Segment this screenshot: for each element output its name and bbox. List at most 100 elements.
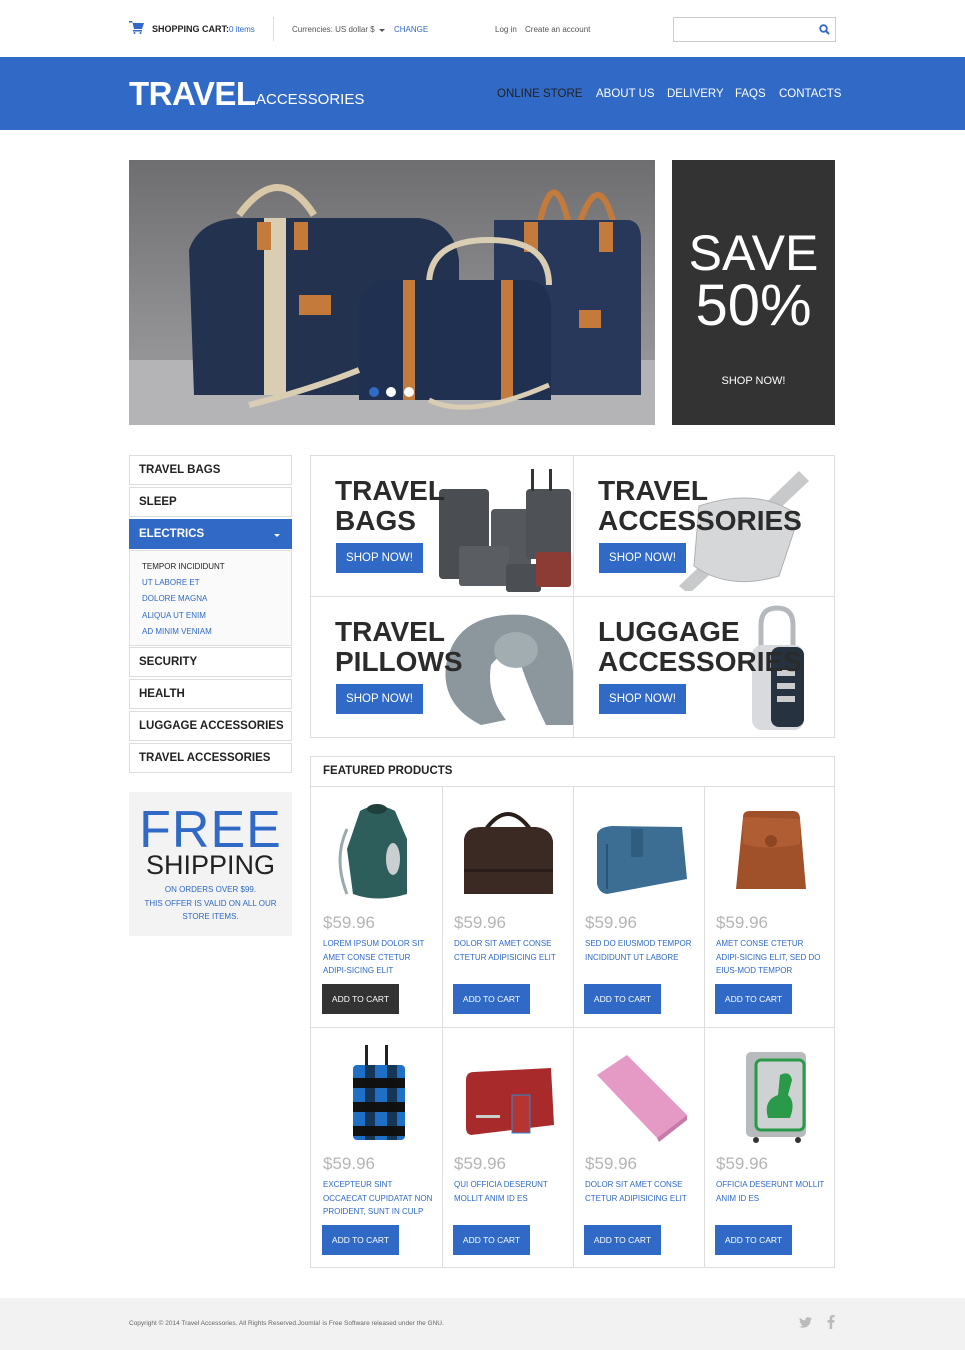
product-image-dinosaur-kids-suitcase[interactable] <box>718 1040 822 1144</box>
featured-products: FEATURED PRODUCTS $59.96 LOREM IPSUM DOL… <box>310 756 835 1268</box>
divider <box>273 17 274 41</box>
product-price: $59.96 <box>454 1154 506 1173</box>
promo-banner[interactable]: SAVE 50% SHOP NOW! <box>672 160 835 425</box>
banner-luggage-accessories[interactable]: LUGGAGE ACCESSORIES SHOP NOW! <box>574 597 836 738</box>
copyright-text: Copyright © 2014 Travel Accessories. All… <box>129 1320 444 1327</box>
logo[interactable]: TRAVEL <box>129 75 256 113</box>
promo-discount: 50% <box>695 273 812 338</box>
caret-down-icon[interactable] <box>274 534 280 537</box>
add-to-cart-button[interactable]: ADD TO CART <box>715 984 792 1014</box>
product-image-brown-duffel-bag[interactable] <box>456 799 560 903</box>
add-to-cart-button[interactable]: ADD TO CART <box>322 984 399 1014</box>
shop-now-button[interactable]: SHOP NOW! <box>599 543 686 573</box>
product-card: $59.96 DOLOR SIT AMET CONSE CTETUR ADIPI… <box>573 1028 704 1269</box>
free-shipping-banner: FREE SHIPPING ON ORDERS OVER $99. THIS O… <box>129 792 292 936</box>
nav-faqs[interactable]: FAQS <box>735 88 766 100</box>
product-image-brown-leather-backpack[interactable] <box>718 799 822 903</box>
site-footer: Copyright © 2014 Travel Accessories. All… <box>0 1298 965 1350</box>
banner-title: TRAVEL ACCESSORIES <box>598 475 802 536</box>
note-line: ON ORDERS OVER $99. <box>164 885 257 894</box>
product-name[interactable]: OFFICIA DESERUNT MOLLIT ANIM ID ES <box>716 1178 828 1205</box>
add-to-cart-button[interactable]: ADD TO CART <box>584 984 661 1014</box>
twitter-icon[interactable] <box>799 1317 812 1328</box>
nav-online-store[interactable]: ONLINE STORE <box>497 88 582 100</box>
currency-selector[interactable]: Currencies: US dollar $ <box>292 25 375 34</box>
subcategory-item[interactable]: AD MINIM VENIAM <box>142 627 212 636</box>
add-to-cart-button[interactable]: ADD TO CART <box>584 1225 661 1255</box>
product-card: $59.96 OFFICIA DESERUNT MOLLIT ANIM ID E… <box>704 1028 835 1269</box>
caret-down-icon[interactable] <box>379 29 385 32</box>
search-icon[interactable] <box>819 24 830 35</box>
product-name[interactable]: SED DO EIUSMOD TEMPOR INCIDIDUNT UT LABO… <box>585 937 697 964</box>
product-name[interactable]: AMET CONSE CTETUR ADIPI-SICING ELIT, SED… <box>716 937 828 978</box>
top-bar: SHOPPING CART: 0 items Currencies: US do… <box>0 0 965 57</box>
slider-dot-3[interactable] <box>404 387 414 397</box>
slider-dot-1[interactable] <box>369 387 379 397</box>
product-name[interactable]: DOLOR SIT AMET CONSE CTETUR ADIPISICING … <box>454 937 566 964</box>
product-image-red-wallet[interactable] <box>456 1040 560 1144</box>
shop-now-button[interactable]: SHOP NOW! <box>599 684 686 714</box>
subcategory-item[interactable]: TEMPOR INCIDIDUNT <box>142 562 225 571</box>
subcategory-item[interactable]: DOLORE MAGNA <box>142 594 207 603</box>
product-card: $59.96 LOREM IPSUM DOLOR SIT AMET CONSE … <box>311 787 442 1028</box>
note-line: STORE ITEMS. <box>182 912 239 921</box>
product-price: $59.96 <box>323 1154 375 1173</box>
add-to-cart-button[interactable]: ADD TO CART <box>453 984 530 1014</box>
product-price: $59.96 <box>716 1154 768 1173</box>
product-image-blue-plaid-suitcase[interactable] <box>325 1040 429 1144</box>
product-image-pink-organizer[interactable] <box>587 1040 691 1144</box>
free-shipping-subheadline: SHIPPING <box>145 850 276 880</box>
banner-title: TRAVEL PILLOWS <box>335 616 463 677</box>
subcategory-item[interactable]: UT LABORE ET <box>142 578 200 587</box>
product-price: $59.96 <box>323 913 375 932</box>
product-name[interactable]: EXCEPTEUR SINT OCCAECAT CUPIDATAT NON PR… <box>323 1178 435 1219</box>
site-header: TRAVEL ACCESSORIES ONLINE STORE ABOUT US… <box>0 57 965 130</box>
product-image-green-backpack[interactable] <box>325 799 429 903</box>
logo-subtitle[interactable]: ACCESSORIES <box>256 91 364 108</box>
nav-about-us[interactable]: ABOUT US <box>596 88 655 100</box>
free-shipping-note: ON ORDERS OVER $99. THIS OFFER IS VALID … <box>129 883 292 924</box>
cart-item-count[interactable]: 0 items <box>229 25 255 34</box>
product-image-blue-wallet[interactable] <box>587 799 691 903</box>
shop-now-button[interactable]: SHOP NOW! <box>336 684 423 714</box>
add-to-cart-button[interactable]: ADD TO CART <box>453 1225 530 1255</box>
category-luggage-accessories[interactable]: LUGGAGE ACCESSORIES <box>129 711 292 741</box>
add-to-cart-button[interactable]: ADD TO CART <box>715 1225 792 1255</box>
product-card: $59.96 EXCEPTEUR SINT OCCAECAT CUPIDATAT… <box>311 1028 442 1269</box>
category-electrics[interactable]: ELECTRICS <box>129 519 292 549</box>
featured-products-title: FEATURED PRODUCTS <box>323 765 453 777</box>
banner-travel-bags[interactable]: TRAVEL BAGS SHOP NOW! <box>311 456 573 597</box>
product-name[interactable]: LOREM IPSUM DOLOR SIT AMET CONSE CTETUR … <box>323 937 435 978</box>
category-travel-accessories[interactable]: TRAVEL ACCESSORIES <box>129 743 292 773</box>
promo-shop-now-button[interactable]: SHOP NOW! <box>672 375 835 387</box>
category-sleep[interactable]: SLEEP <box>129 487 292 517</box>
search-input[interactable] <box>678 21 813 38</box>
category-travel-bags[interactable]: TRAVEL BAGS <box>129 455 292 485</box>
bags-hero-image <box>129 184 655 425</box>
category-security[interactable]: SECURITY <box>129 647 292 677</box>
promo-headline: SAVE <box>688 225 819 281</box>
subcategory-list: TEMPOR INCIDIDUNT UT LABORE ET DOLORE MA… <box>129 550 292 646</box>
product-name[interactable]: DOLOR SIT AMET CONSE CTETUR ADIPISICING … <box>585 1178 697 1205</box>
nav-delivery[interactable]: DELIVERY <box>667 88 724 100</box>
product-card: $59.96 QUI OFFICIA DESERUNT MOLLIT ANIM … <box>442 1028 573 1269</box>
shop-now-button[interactable]: SHOP NOW! <box>336 543 423 573</box>
add-to-cart-button[interactable]: ADD TO CART <box>322 1225 399 1255</box>
login-link[interactable]: Log in <box>495 25 517 34</box>
shopping-cart-icon[interactable] <box>129 21 144 34</box>
facebook-icon[interactable] <box>827 1315 835 1329</box>
category-health[interactable]: HEALTH <box>129 679 292 709</box>
search-box <box>673 17 836 42</box>
product-name[interactable]: QUI OFFICIA DESERUNT MOLLIT ANIM ID ES <box>454 1178 566 1205</box>
banner-travel-pillows[interactable]: TRAVEL PILLOWS SHOP NOW! <box>311 597 573 738</box>
change-currency-button[interactable]: CHANGE <box>394 25 428 34</box>
nav-contacts[interactable]: CONTACTS <box>779 88 841 100</box>
category-label: ELECTRICS <box>139 528 205 540</box>
shopping-cart-label[interactable]: SHOPPING CART: <box>152 24 229 34</box>
product-card: $59.96 DOLOR SIT AMET CONSE CTETUR ADIPI… <box>442 787 573 1028</box>
subcategory-item[interactable]: ALIQUA UT ENIM <box>142 611 206 620</box>
hero-slider[interactable] <box>129 160 655 425</box>
create-account-link[interactable]: Create an account <box>525 25 590 34</box>
banner-travel-accessories[interactable]: TRAVEL ACCESSORIES SHOP NOW! <box>574 456 836 597</box>
slider-dot-2[interactable] <box>386 387 396 397</box>
